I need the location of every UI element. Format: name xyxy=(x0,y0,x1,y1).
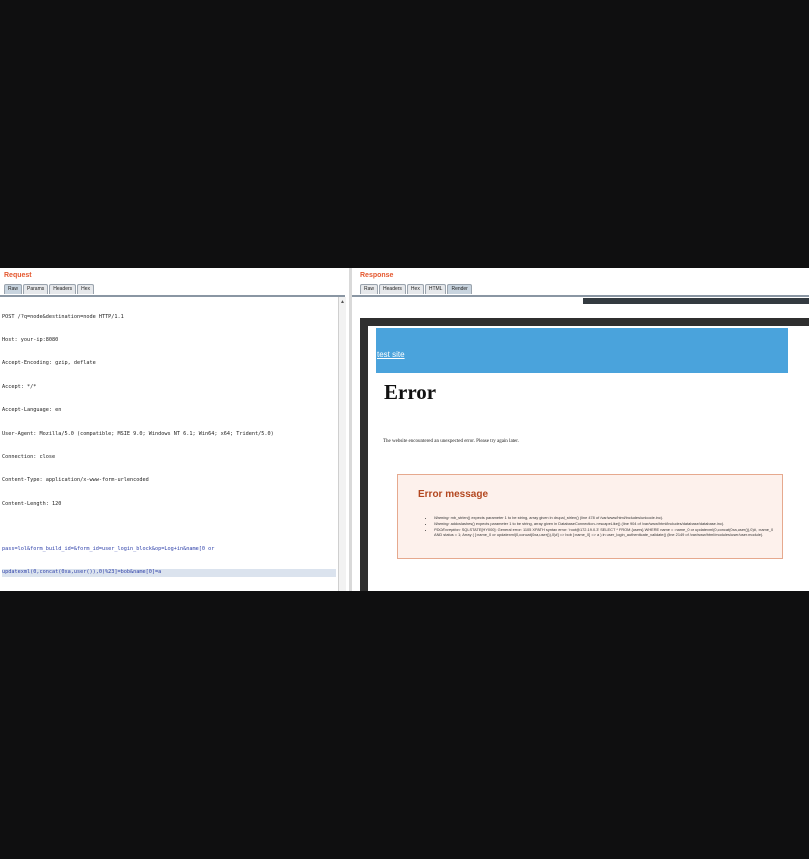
error-message-item: Warning: mb_strlen() expects parameter 1… xyxy=(434,515,774,520)
request-line: Accept: */* xyxy=(2,383,37,390)
response-title: Response xyxy=(360,272,394,279)
request-raw-editor[interactable]: POST /?q=node&destination=node HTTP/1.1 … xyxy=(2,298,336,591)
request-tab-divider xyxy=(0,295,345,297)
request-line: Host: your-ip:8080 xyxy=(2,336,59,343)
request-tab-hex[interactable]: Hex xyxy=(77,284,95,294)
request-tab-params[interactable]: Params xyxy=(23,284,49,294)
request-line: Connection: close xyxy=(2,453,56,460)
rendered-page: test site Error The website encountered … xyxy=(368,326,809,591)
error-description: The website encountered an unexpected er… xyxy=(383,439,519,444)
scroll-up-icon[interactable]: ▲ xyxy=(340,299,345,305)
burp-repeater-view: Request Raw Params Headers Hex POST /?q=… xyxy=(0,268,809,591)
error-message-list: Warning: mb_strlen() expects parameter 1… xyxy=(426,515,774,538)
request-tabs: Raw Params Headers Hex xyxy=(4,284,95,294)
render-toolbar xyxy=(583,298,809,304)
request-line: Content-Length: 120 xyxy=(2,500,62,507)
request-line: POST /?q=node&destination=node HTTP/1.1 xyxy=(2,313,124,320)
site-header: test site xyxy=(376,328,788,373)
error-message-item: Warning: addcslashes() expects parameter… xyxy=(434,521,774,526)
page-title: Error xyxy=(384,380,437,404)
rendered-page-frame: test site Error The website encountered … xyxy=(360,318,809,591)
response-tab-hex[interactable]: Hex xyxy=(406,284,424,294)
request-scrollbar[interactable]: ▲ xyxy=(338,297,346,591)
request-line: Accept-Language: en xyxy=(2,407,62,414)
request-line: Accept-Encoding: gzip, deflate xyxy=(2,360,96,367)
request-line: User-Agent: Mozilla/5.0 (compatible; MSI… xyxy=(2,430,274,437)
request-body-line: pass=lol&form_build_id=&form_id=user_log… xyxy=(2,545,215,552)
request-tab-headers[interactable]: Headers xyxy=(49,284,77,294)
site-link[interactable]: test site xyxy=(377,350,405,359)
response-tabs: Raw Headers Hex HTML Render xyxy=(360,284,472,294)
response-tab-render[interactable]: Render xyxy=(447,284,472,294)
response-tab-divider xyxy=(352,295,809,297)
request-pane: Request Raw Params Headers Hex POST /?q=… xyxy=(0,268,349,591)
response-tab-raw[interactable]: Raw xyxy=(360,284,379,294)
request-body-line: updatexml(0,concat(0xa,user()),0)%23]=bo… xyxy=(2,569,336,577)
response-tab-html[interactable]: HTML xyxy=(424,284,447,294)
request-tab-raw[interactable]: Raw xyxy=(4,284,23,294)
request-line: Content-Type: application/x-www-form-url… xyxy=(2,477,149,484)
error-message-title: Error message xyxy=(418,489,489,500)
error-message-box: Error message Warning: mb_strlen() expec… xyxy=(397,474,783,559)
request-title: Request xyxy=(4,272,32,279)
response-tab-headers[interactable]: Headers xyxy=(379,284,406,294)
error-message-item: PDOException: SQLSTATE[HY000]: General e… xyxy=(434,527,774,537)
response-pane: Response Raw Headers Hex HTML Render tes… xyxy=(352,268,809,591)
